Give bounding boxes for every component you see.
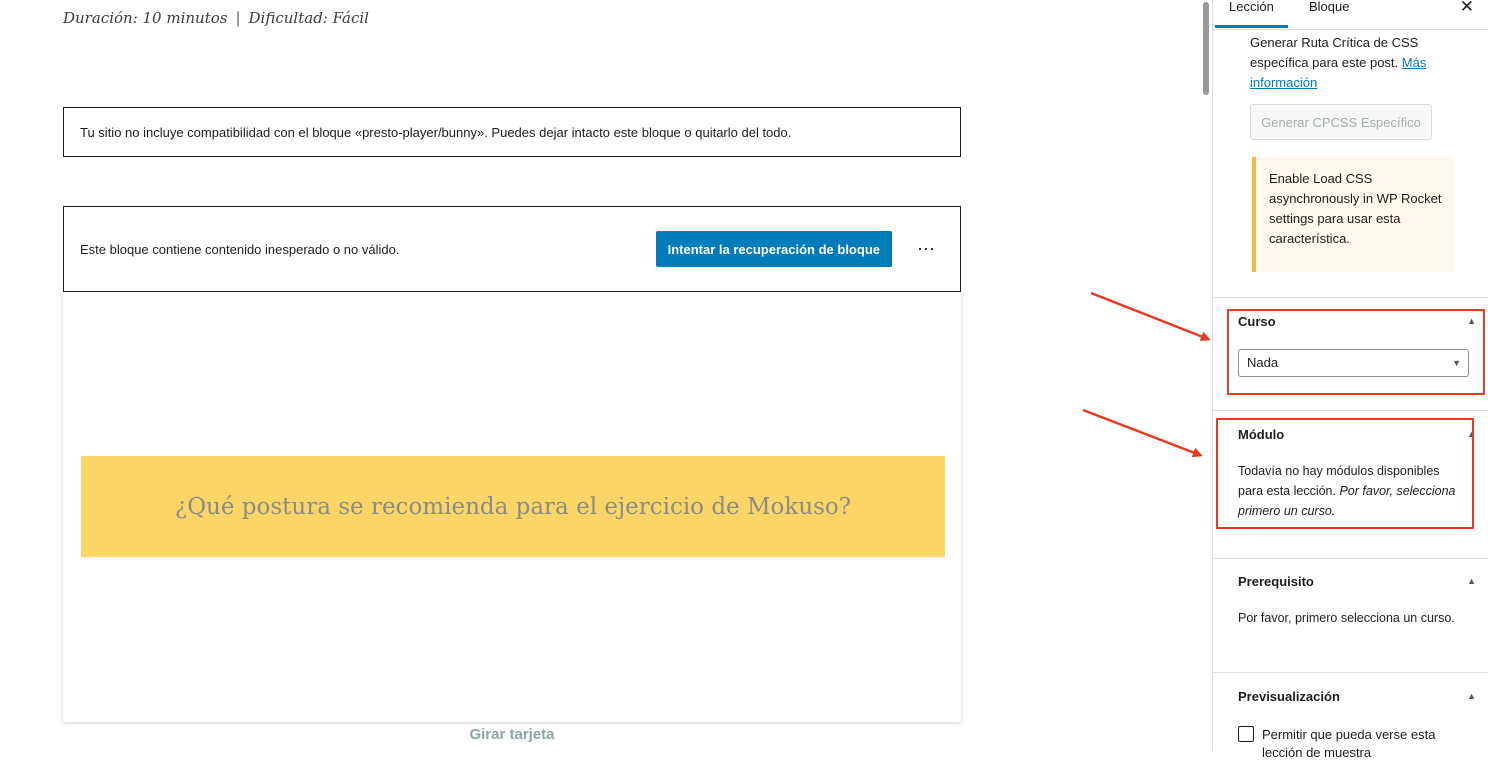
lesson-duration: Duración: 10 minutos: [63, 9, 228, 27]
unsupported-block-text: Tu sitio no incluye compatibilidad con e…: [80, 124, 792, 140]
panel-divider: [1213, 672, 1488, 673]
invalid-block-text: Este bloque contiene contenido inesperad…: [80, 241, 400, 257]
previsualizacion-panel-title[interactable]: Previsualización: [1238, 689, 1340, 704]
meta-separator: |: [235, 9, 241, 27]
cpcss-warning-notice: Enable Load CSS asynchronously in WP Roc…: [1252, 157, 1454, 272]
lesson-meta: Duración: 10 minutos | Dificultad: Fácil: [63, 9, 369, 27]
annotation-arrow-curso: [1090, 291, 1211, 342]
preview-checkbox[interactable]: [1238, 726, 1254, 742]
tab-bloque[interactable]: Bloque: [1295, 0, 1363, 28]
annotation-highlight-curso: [1227, 309, 1485, 395]
flip-card-button[interactable]: Girar tarjeta: [63, 726, 961, 743]
more-options-icon[interactable]: ⋯: [908, 231, 944, 267]
scrollbar-thumb[interactable]: [1203, 2, 1209, 95]
panel-divider: [1213, 410, 1488, 411]
cpcss-text: Generar Ruta Crítica de CSS específica p…: [1250, 35, 1419, 70]
flashcard-question: ¿Qué postura se recomienda para el ejerc…: [81, 456, 945, 557]
cpcss-description: Generar Ruta Crítica de CSS específica p…: [1250, 33, 1460, 93]
collapse-caret-icon[interactable]: ▲: [1467, 691, 1476, 701]
close-icon[interactable]: ✕: [1460, 0, 1474, 17]
flashcard[interactable]: ¿Qué postura se recomienda para el ejerc…: [63, 292, 961, 722]
settings-sidebar: Lección Bloque ✕ Generar Ruta Crítica de…: [1212, 0, 1488, 760]
generate-cpcss-button[interactable]: Generar CPCSS Específico: [1250, 104, 1432, 140]
editor-scrollbar[interactable]: [1202, 0, 1210, 750]
panel-divider: [1213, 297, 1488, 298]
annotation-arrow-modulo: [1082, 408, 1203, 458]
invalid-block-warning[interactable]: Este bloque contiene contenido inesperad…: [63, 206, 961, 292]
attempt-block-recovery-button[interactable]: Intentar la recuperación de bloque: [655, 231, 892, 267]
prerequisito-panel-title[interactable]: Prerequisito: [1238, 574, 1314, 589]
preview-checkbox-label[interactable]: Permitir que pueda verse esta lección de…: [1262, 726, 1462, 762]
panel-divider: [1213, 558, 1488, 559]
sidebar-tabs: Lección Bloque ✕: [1213, 0, 1488, 30]
lesson-difficulty: Dificultad: Fácil: [248, 9, 369, 27]
collapse-caret-icon[interactable]: ▲: [1467, 576, 1476, 586]
annotation-highlight-modulo: [1216, 418, 1474, 529]
unsupported-block-notice[interactable]: Tu sitio no incluye compatibilidad con e…: [63, 107, 961, 157]
tab-leccion[interactable]: Lección: [1215, 0, 1288, 28]
prerequisito-panel-text: Por favor, primero selecciona un curso.: [1238, 611, 1455, 625]
